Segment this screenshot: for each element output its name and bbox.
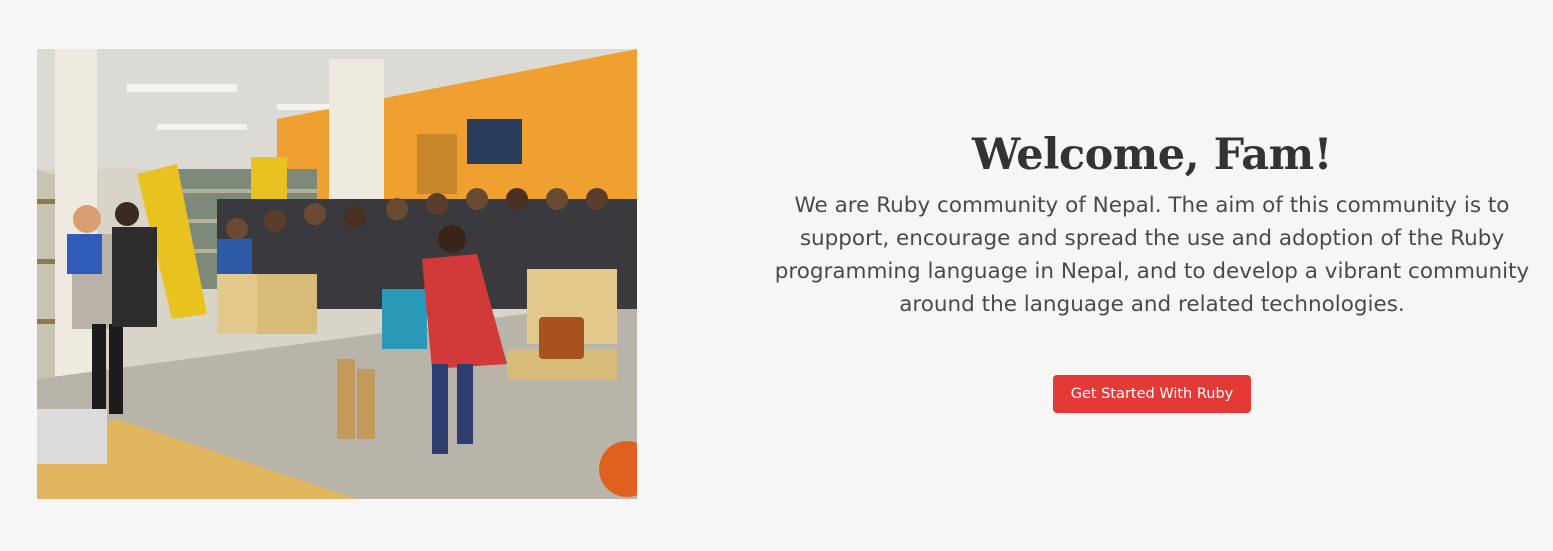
community-meetup-photo — [37, 49, 637, 499]
welcome-title: Welcome, Fam! — [971, 130, 1333, 180]
welcome-text-block: Welcome, Fam! We are Ruby community of N… — [752, 128, 1552, 413]
hero-section: Welcome, Fam! We are Ruby community of N… — [0, 0, 1553, 551]
get-started-button[interactable]: Get Started With Ruby — [1052, 375, 1252, 413]
community-description: We are Ruby community of Nepal. The aim … — [774, 193, 1530, 317]
